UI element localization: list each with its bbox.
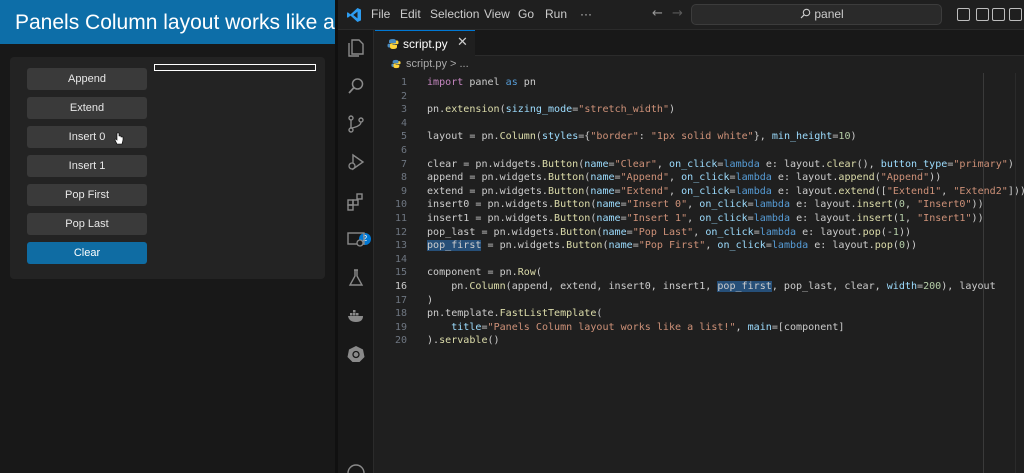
python-file-icon (391, 59, 401, 69)
pop-first-button[interactable]: Pop First (27, 184, 147, 206)
line-number: 14 (394, 253, 407, 265)
menu-view[interactable]: View (484, 7, 510, 21)
tab-label: script.py (403, 37, 448, 51)
line-number: 8 (400, 172, 407, 184)
line-number: 12 (394, 226, 407, 238)
editor-ruler (983, 73, 984, 473)
code-line[interactable]: component = pn.Row( (427, 266, 542, 280)
testing-icon[interactable] (346, 268, 366, 288)
docker-icon[interactable] (346, 306, 366, 326)
toggle-panel-icon[interactable] (976, 8, 989, 21)
vscode-logo-icon (347, 8, 361, 22)
line-number: 3 (400, 104, 407, 116)
code-line[interactable]: pop_last = pn.widgets.Button(name="Pop L… (427, 226, 911, 240)
toggle-secondary-sidebar-icon[interactable] (992, 8, 1005, 21)
line-number: 15 (394, 267, 407, 279)
code-line[interactable]: insert0 = pn.widgets.Button(name="Insert… (427, 198, 984, 212)
code-line[interactable]: append = pn.widgets.Button(name="Append"… (427, 171, 941, 185)
line-number: 17 (394, 294, 407, 306)
code-line[interactable]: pn.template.FastListTemplate( (427, 307, 602, 321)
insert-1-button[interactable]: Insert 1 (27, 155, 147, 177)
line-number: 4 (400, 117, 407, 129)
line-number: 6 (400, 145, 407, 156)
app-card: Append Extend Insert 0 Insert 1 Pop Firs… (10, 57, 325, 279)
tab-script-py[interactable]: script.py ✕ (375, 30, 475, 56)
code-line[interactable]: pop_first = pn.widgets.Button(name="Pop … (427, 239, 917, 253)
clear-button[interactable]: Clear (27, 242, 147, 264)
line-number: 9 (400, 185, 407, 197)
title-bar: File Edit Selection View Go Run ··· ← → … (338, 0, 1024, 30)
menu-go[interactable]: Go (518, 7, 534, 21)
line-number: 7 (400, 158, 407, 170)
explorer-icon[interactable] (346, 38, 366, 58)
panel-app: Panels Column layout works like a list! … (0, 0, 372, 473)
code-line[interactable]: pn.extension(sizing_mode="stretch_width"… (427, 103, 675, 117)
code-line[interactable]: ) (427, 294, 433, 308)
layout-column (154, 64, 316, 71)
vscode-window: File Edit Selection View Go Run ··· ← → … (338, 0, 1024, 473)
code-line[interactable]: import panel as pn (427, 76, 536, 90)
code-line[interactable]: extend = pn.widgets.Button(name="Extend"… (427, 185, 1024, 199)
run-debug-icon[interactable] (346, 152, 366, 172)
search-icon (800, 8, 811, 19)
code-line[interactable]: layout = pn.Column(styles={"border": "1p… (427, 130, 857, 144)
close-icon[interactable]: ✕ (457, 35, 468, 50)
editor-tab-bar: script.py ✕ (375, 30, 1024, 56)
editor-scrollbar[interactable] (1015, 73, 1024, 473)
menu-selection[interactable]: Selection (430, 7, 479, 21)
source-control-icon[interactable] (346, 114, 366, 134)
line-number: 2 (400, 90, 407, 102)
kubernetes-icon[interactable] (346, 344, 366, 364)
forward-arrow-icon[interactable]: → (672, 6, 683, 21)
insert-0-button[interactable]: Insert 0 (27, 126, 147, 148)
pop-last-button[interactable]: Pop Last (27, 213, 147, 235)
hand-cursor-icon (114, 132, 124, 145)
code-line[interactable]: title="Panels Column layout works like a… (427, 321, 844, 335)
code-line[interactable]: clear = pn.widgets.Button(name="Clear", … (427, 158, 1014, 172)
append-button[interactable]: Append (27, 68, 147, 90)
search-view-icon[interactable] (346, 76, 366, 96)
back-arrow-icon[interactable]: ← (652, 6, 663, 21)
line-number: 5 (400, 131, 407, 143)
activity-bar: 2 (338, 30, 374, 473)
customize-layout-icon[interactable] (1009, 8, 1022, 21)
menu-file[interactable]: File (371, 7, 390, 21)
menu-edit[interactable]: Edit (400, 7, 421, 21)
accounts-icon[interactable] (346, 463, 366, 473)
line-number: 16 (394, 281, 407, 292)
remote-explorer-icon[interactable] (346, 230, 366, 250)
code-line[interactable]: insert1 = pn.widgets.Button(name="Insert… (427, 212, 984, 226)
python-file-icon (387, 39, 399, 49)
command-center-search[interactable]: panel (691, 4, 942, 25)
line-number: 10 (394, 199, 407, 211)
line-number: 13 (394, 240, 407, 252)
code-line[interactable]: ).servable() (427, 334, 500, 348)
line-number: 11 (394, 213, 407, 224)
line-number: 19 (394, 321, 407, 333)
menu-run[interactable]: Run (545, 7, 567, 21)
code-line[interactable]: pn.Column(append, extend, insert0, inser… (427, 280, 996, 294)
app-title: Panels Column layout works like a list! (0, 0, 372, 44)
extend-button[interactable]: Extend (27, 97, 147, 119)
extensions-icon[interactable] (346, 192, 366, 212)
search-text: panel (814, 7, 844, 21)
toggle-sidebar-icon[interactable] (957, 8, 970, 21)
line-number: 1 (400, 77, 407, 88)
line-number: 18 (394, 308, 407, 320)
menu-more[interactable]: ··· (580, 7, 592, 21)
breadcrumb-path[interactable]: script.py > ... (406, 58, 469, 70)
line-number: 20 (394, 335, 407, 347)
code-editor[interactable]: 1 2 3 4 5 6 7 8 9 10 11 12 13 14 15 16 17 18 19 20 import p… (375, 73, 1024, 473)
